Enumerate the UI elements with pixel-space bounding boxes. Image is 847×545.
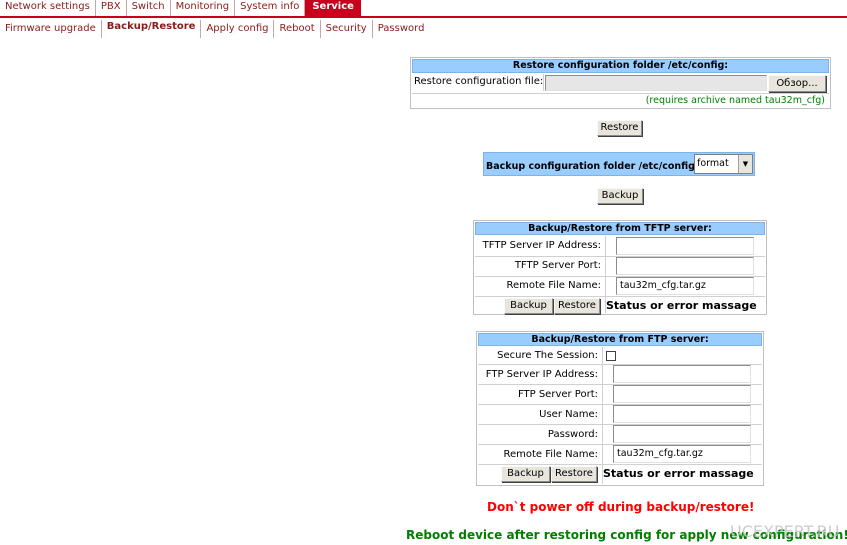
subtab-password[interactable]: Password bbox=[373, 20, 430, 38]
ftp-file-label: Remote File Name: bbox=[503, 449, 598, 460]
ftp-ip-input[interactable] bbox=[613, 365, 751, 383]
menu-divider bbox=[0, 16, 847, 18]
tftp-panel: Backup/Restore from TFTP server: TFTP Se… bbox=[473, 220, 767, 315]
tftp-file-label: Remote File Name: bbox=[506, 280, 601, 291]
restore-hint: (requires archive named tau32m_cfg) bbox=[645, 95, 825, 106]
top-tab-system-info[interactable]: System info bbox=[235, 0, 306, 16]
subtab-reboot[interactable]: Reboot bbox=[274, 20, 321, 38]
divider bbox=[475, 296, 765, 297]
ftp-secure-label: Secure The Session: bbox=[497, 350, 598, 361]
ftp-file-input[interactable]: tau32m_cfg.tar.gz bbox=[613, 445, 751, 463]
ftp-password-input[interactable] bbox=[613, 425, 751, 443]
ftp-port-input[interactable] bbox=[613, 385, 751, 403]
backup-label: Backup configuration folder /etc/config: bbox=[486, 161, 699, 172]
top-tab-monitoring[interactable]: Monitoring bbox=[171, 0, 236, 16]
tftp-port-input[interactable] bbox=[616, 257, 754, 275]
browse-button[interactable]: Обзор... bbox=[768, 75, 826, 92]
ftp-backup-button[interactable]: Backup bbox=[501, 466, 550, 482]
watermark: UCEXPERT.RU bbox=[730, 522, 840, 541]
tftp-restore-button[interactable]: Restore bbox=[554, 298, 600, 314]
top-tab-switch[interactable]: Switch bbox=[127, 0, 171, 16]
subtab-security[interactable]: Security bbox=[321, 20, 373, 38]
divider bbox=[478, 464, 762, 465]
tftp-file-input[interactable]: tau32m_cfg.tar.gz bbox=[616, 277, 754, 295]
divider bbox=[412, 93, 829, 94]
backup-panel: Backup configuration folder /etc/config:… bbox=[483, 152, 755, 176]
restore-panel-title: Restore configuration folder /etc/config… bbox=[412, 59, 829, 73]
restore-panel: Restore configuration folder /etc/config… bbox=[410, 57, 831, 109]
ftp-secure-checkbox[interactable] bbox=[606, 351, 616, 361]
restore-button[interactable]: Restore bbox=[597, 120, 642, 136]
top-tab-service[interactable]: Service bbox=[305, 0, 361, 16]
tftp-ip-label: TFTP Server IP Address: bbox=[482, 240, 601, 251]
ftp-user-label: User Name: bbox=[539, 409, 598, 420]
power-warning: Don`t power off during backup/restore! bbox=[487, 500, 755, 514]
restore-file-field[interactable] bbox=[545, 75, 767, 91]
chevron-down-icon[interactable]: ▼ bbox=[738, 155, 752, 173]
restore-file-label: Restore configuration file: bbox=[414, 76, 544, 87]
ftp-panel: Backup/Restore from FTP server: Secure T… bbox=[476, 331, 764, 486]
tftp-backup-button[interactable]: Backup bbox=[504, 298, 553, 314]
tftp-port-label: TFTP Server Port: bbox=[514, 260, 601, 271]
top-tab-pbx[interactable]: PBX bbox=[96, 0, 127, 16]
ftp-port-label: FTP Server Port: bbox=[517, 389, 598, 400]
ftp-panel-title: Backup/Restore from FTP server: bbox=[478, 333, 762, 346]
top-menu: Network settings PBX Switch Monitoring S… bbox=[0, 0, 361, 16]
ftp-password-label: Password: bbox=[547, 429, 598, 440]
top-tab-network-settings[interactable]: Network settings bbox=[0, 0, 96, 16]
tftp-ip-input[interactable] bbox=[616, 237, 754, 255]
subtab-firmware-upgrade[interactable]: Firmware upgrade bbox=[0, 20, 102, 38]
backup-button[interactable]: Backup bbox=[597, 188, 643, 204]
subtab-backup-restore[interactable]: Backup/Restore bbox=[102, 20, 202, 38]
divider bbox=[543, 74, 544, 91]
ftp-restore-button[interactable]: Restore bbox=[551, 466, 597, 482]
ftp-user-input[interactable] bbox=[613, 405, 751, 423]
ftp-ip-label: FTP Server IP Address: bbox=[485, 369, 598, 380]
backup-format-select[interactable]: format ▼ bbox=[694, 154, 753, 174]
backup-format-value: format bbox=[697, 158, 729, 169]
ftp-status: Status or error massage bbox=[603, 467, 754, 480]
tftp-status: Status or error massage bbox=[606, 299, 757, 312]
tftp-panel-title: Backup/Restore from TFTP server: bbox=[475, 222, 765, 235]
subtab-apply-config[interactable]: Apply config bbox=[201, 20, 275, 38]
sub-menu: Firmware upgrade Backup/Restore Apply co… bbox=[0, 20, 429, 38]
